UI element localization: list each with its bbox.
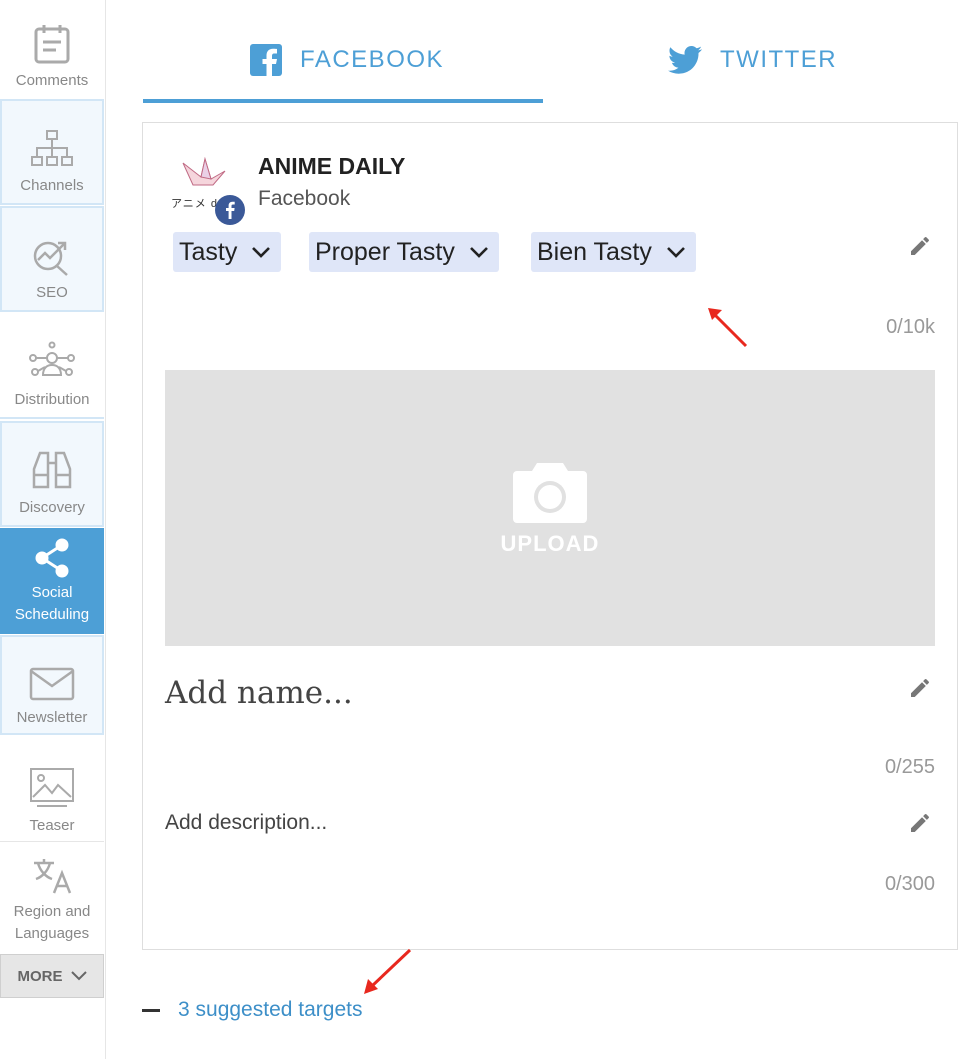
sidebar-item-social-scheduling[interactable]: Social Scheduling (0, 528, 104, 634)
target-chip[interactable]: Bien Tasty (531, 232, 696, 272)
more-button[interactable]: MORE (0, 954, 104, 998)
avatar: アニメ da (171, 153, 245, 225)
name-field[interactable]: Add name... (165, 675, 353, 711)
description-counter: 0/300 (884, 873, 935, 895)
target-chip-label: Tasty (179, 237, 238, 266)
upload-area[interactable]: UPLOAD (165, 370, 935, 646)
tab-label: TWITTER (720, 46, 838, 73)
annotation-arrow-icon (708, 308, 748, 348)
twitter-icon (668, 46, 702, 74)
edit-name-pencil-icon[interactable] (908, 676, 932, 700)
sidebar-item-label: Comments (15, 72, 89, 89)
chevron-down-icon (70, 971, 87, 981)
edit-message-pencil-icon[interactable] (908, 234, 932, 258)
chevron-down-icon (666, 247, 685, 258)
sidebar-item-label: Region and Languages (13, 903, 91, 942)
translate-icon (34, 859, 72, 894)
target-chip-label: Bien Tasty (537, 237, 652, 266)
description-field[interactable]: Add description... (165, 811, 327, 835)
sidebar-item-label: SEO (36, 284, 68, 301)
suggested-targets-toggle[interactable]: 3 suggested targets (142, 998, 362, 1022)
sidebar-item-label: Distribution (14, 391, 90, 408)
image-icon (30, 768, 74, 807)
post-card: アニメ da ANIME DAILY Facebook Tasty Proper… (142, 122, 958, 950)
sidebar-item-label: Discovery (19, 499, 85, 516)
sidebar-item-label: Channels (20, 177, 84, 194)
more-label: MORE (17, 967, 63, 985)
upload-label: UPLOAD (500, 531, 600, 556)
tab-twitter[interactable]: TWITTER (668, 40, 837, 80)
sidebar-item-region-languages[interactable]: Region and Languages (0, 845, 104, 949)
distribution-icon (29, 341, 75, 376)
comments-icon (34, 25, 70, 64)
sidebar-item-teaser[interactable]: Teaser (0, 738, 104, 842)
chevron-down-icon (469, 247, 488, 258)
sidebar-item-label: Teaser (29, 817, 75, 834)
share-icon (35, 538, 69, 578)
collapse-icon (142, 1008, 160, 1012)
seo-icon (33, 241, 68, 276)
name-counter: 0/255 (884, 756, 935, 778)
target-chip-label: Proper Tasty (315, 237, 455, 266)
sidebar-item-discovery[interactable]: Discovery (0, 421, 104, 527)
facebook-badge-icon (215, 195, 245, 225)
envelope-icon (29, 667, 75, 701)
crane-logo-icon (182, 157, 226, 186)
tab-label: FACEBOOK (300, 46, 445, 73)
suggested-targets-link: 3 suggested targets (178, 998, 363, 1021)
message-counter: 0/10k (886, 316, 935, 338)
sidebar-item-comments[interactable]: Comments (0, 0, 104, 98)
channels-icon (31, 130, 73, 166)
sidebar-item-label: Social Scheduling (14, 584, 90, 623)
account-platform: Facebook (258, 187, 351, 210)
target-chip[interactable]: Tasty (173, 232, 282, 272)
facebook-icon (250, 44, 282, 76)
tab-facebook[interactable]: FACEBOOK (250, 40, 444, 80)
binoculars-icon (32, 451, 72, 489)
sidebar-item-channels[interactable]: Channels (0, 99, 104, 205)
target-chip[interactable]: Proper Tasty (309, 232, 499, 272)
annotation-arrow-icon (364, 948, 412, 994)
camera-icon (513, 463, 587, 523)
edit-description-pencil-icon[interactable] (908, 811, 932, 835)
sidebar-item-distribution[interactable]: Distribution (0, 313, 104, 419)
chevron-down-icon (252, 247, 271, 258)
sidebar-item-label: Newsletter (16, 709, 88, 726)
sidebar-item-newsletter[interactable]: Newsletter (0, 635, 104, 735)
active-tab-indicator (143, 99, 543, 103)
sidebar-item-seo[interactable]: SEO (0, 206, 104, 312)
account-name: ANIME DAILY (258, 153, 406, 179)
sidebar: Comments Channels SEO Distribution Disco… (0, 0, 106, 1059)
